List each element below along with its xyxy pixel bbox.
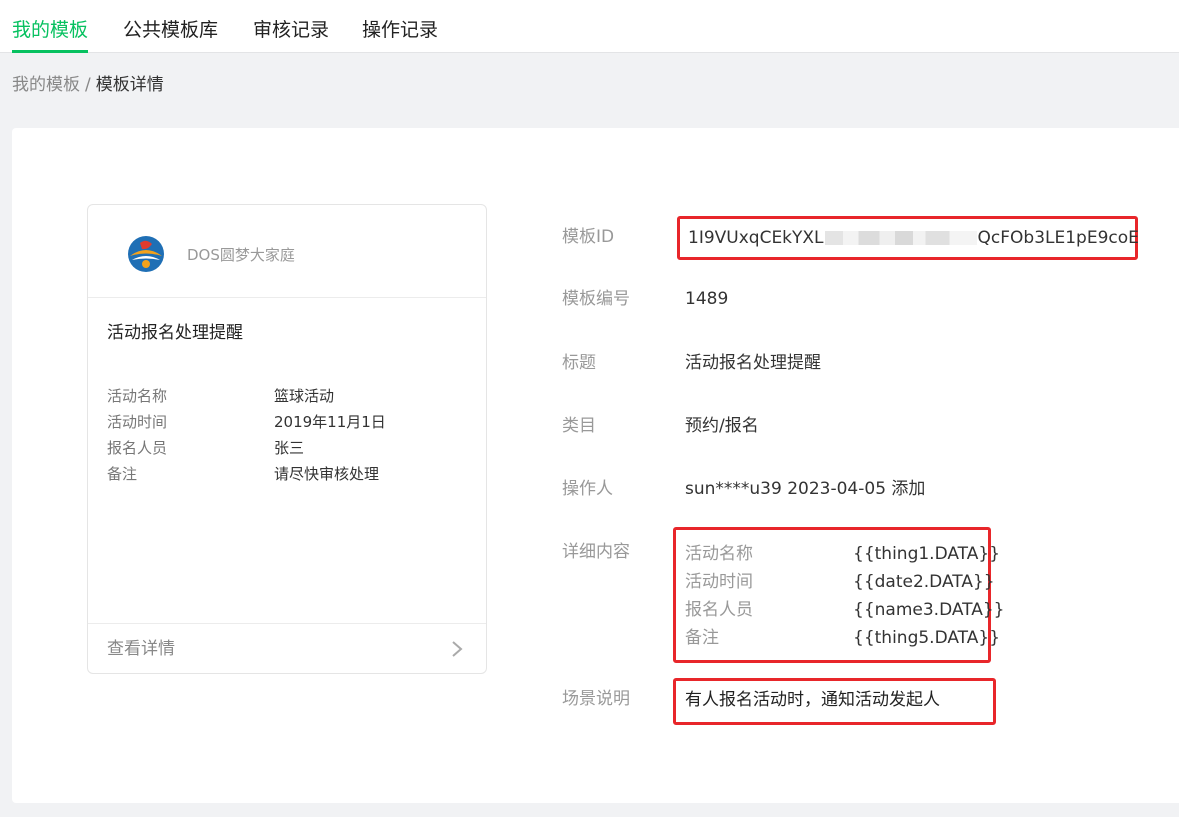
scene-label: 场景说明	[562, 689, 630, 709]
card-field-label: 活动时间	[107, 413, 168, 431]
content-field-label: 报名人员	[685, 600, 753, 620]
template-id-suffix: QcFOb3LE1pE9coE	[977, 228, 1139, 248]
card-field-value: 张三	[274, 439, 305, 457]
chevron-right-icon	[452, 641, 463, 657]
tab-operation-records[interactable]: 操作记录	[362, 0, 438, 53]
content-field-label: 活动时间	[685, 572, 753, 592]
content-highlight: 活动名称 {{thing1.DATA}} 活动时间 {{date2.DATA}}…	[673, 527, 1005, 663]
content-field-value: {{date2.DATA}}	[853, 572, 995, 592]
operator-value: sun****u39 2023-04-05 添加	[685, 479, 926, 499]
card-field-value: 请尽快审核处理	[274, 465, 380, 483]
main-panel: DOS圆梦大家庭 活动报名处理提醒 活动名称 篮球活动 活动时间 2019年11…	[12, 128, 1179, 803]
content-label: 详细内容	[562, 542, 630, 562]
content-field-value: {{thing1.DATA}}	[853, 544, 1001, 564]
top-nav: 我的模板 公共模板库 审核记录 操作记录	[0, 0, 1179, 53]
content-row: 活动时间 {{date2.DATA}}	[685, 568, 1005, 596]
view-details-link[interactable]: 查看详情	[88, 623, 486, 674]
content-field-label: 活动名称	[685, 544, 753, 564]
view-details-label: 查看详情	[107, 639, 175, 659]
template-id-highlight: 1I9VUxqCEkYXL QcFOb3LE1pE9coE	[677, 216, 1139, 260]
card-header: DOS圆梦大家庭	[88, 205, 486, 298]
redacted-blur	[824, 231, 977, 245]
template-preview-card: DOS圆梦大家庭 活动报名处理提醒 活动名称 篮球活动 活动时间 2019年11…	[87, 204, 487, 674]
brand-name: DOS圆梦大家庭	[187, 246, 295, 264]
content-field-value: {{thing5.DATA}}	[853, 628, 1001, 648]
card-field-value: 篮球活动	[274, 387, 335, 405]
template-id-prefix: 1I9VUxqCEkYXL	[688, 228, 824, 248]
card-field-row: 活动名称 篮球活动	[107, 383, 477, 409]
category-value: 预约/报名	[685, 416, 759, 436]
breadcrumb-separator: /	[85, 75, 91, 95]
scene-value: 有人报名活动时，通知活动发起人	[685, 690, 940, 710]
card-field-label: 备注	[107, 465, 138, 483]
template-id-label: 模板ID	[562, 227, 615, 247]
tab-review-records[interactable]: 审核记录	[253, 0, 329, 53]
card-field-label: 活动名称	[107, 387, 168, 405]
tab-public-library[interactable]: 公共模板库	[123, 0, 218, 53]
title-value: 活动报名处理提醒	[685, 353, 821, 373]
category-label: 类目	[562, 416, 596, 436]
scene-highlight: 有人报名活动时，通知活动发起人	[673, 678, 996, 725]
card-field-row: 报名人员 张三	[107, 435, 477, 461]
content-field-list: 活动名称 {{thing1.DATA}} 活动时间 {{date2.DATA}}…	[685, 540, 1005, 652]
card-field-value: 2019年11月1日	[274, 413, 386, 431]
tab-my-templates[interactable]: 我的模板	[12, 0, 89, 53]
content-row: 活动名称 {{thing1.DATA}}	[685, 540, 1005, 568]
title-label: 标题	[562, 353, 596, 373]
content-row: 报名人员 {{name3.DATA}}	[685, 596, 1005, 624]
template-number-value: 1489	[685, 289, 729, 309]
template-number-label: 模板编号	[562, 289, 630, 309]
card-title: 活动报名处理提醒	[107, 323, 243, 343]
card-field-row: 活动时间 2019年11月1日	[107, 409, 477, 435]
breadcrumb: 我的模板 / 模板详情	[12, 74, 164, 96]
card-field-row: 备注 请尽快审核处理	[107, 461, 477, 487]
content-field-label: 备注	[685, 628, 719, 648]
content-field-value: {{name3.DATA}}	[853, 600, 1005, 620]
content-row: 备注 {{thing5.DATA}}	[685, 624, 1005, 652]
template-id-value: 1I9VUxqCEkYXL QcFOb3LE1pE9coE	[688, 227, 1139, 249]
breadcrumb-parent-link[interactable]: 我的模板	[12, 75, 80, 95]
card-field-label: 报名人员	[107, 439, 168, 457]
operator-label: 操作人	[562, 479, 613, 499]
card-field-list: 活动名称 篮球活动 活动时间 2019年11月1日 报名人员 张三 备注 请尽快…	[107, 383, 477, 487]
brand-logo-icon	[128, 236, 164, 272]
breadcrumb-current: 模板详情	[95, 75, 164, 95]
